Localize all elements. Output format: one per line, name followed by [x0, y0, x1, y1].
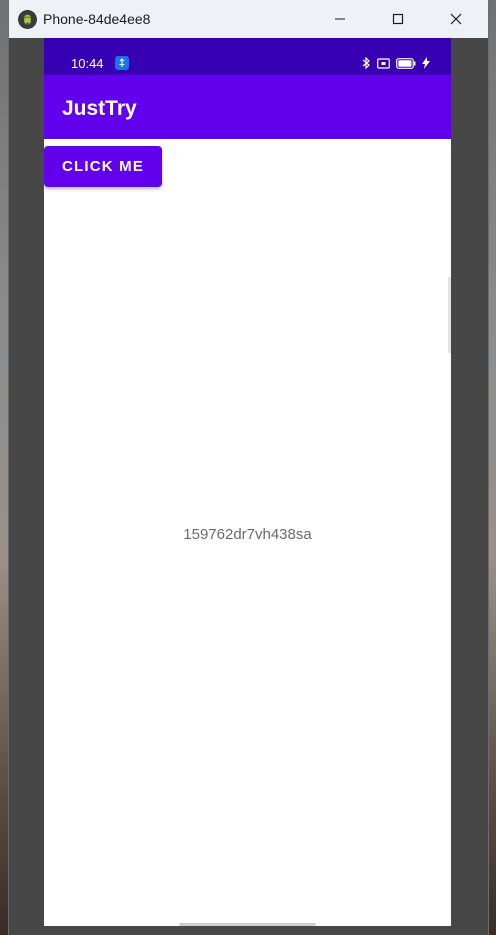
- status-time: 10:44: [71, 56, 104, 71]
- close-icon[interactable]: [433, 0, 479, 38]
- android-icon: [18, 10, 37, 29]
- center-text: 159762dr7vh438sa: [183, 526, 312, 543]
- window-titlebar[interactable]: Phone-84de4ee8: [9, 0, 488, 38]
- home-indicator[interactable]: [179, 923, 316, 926]
- status-bar: 10:44: [44, 38, 451, 75]
- app-title: JustTry: [62, 97, 137, 120]
- bluetooth-icon: [362, 56, 371, 74]
- cast-icon: [377, 56, 390, 74]
- charging-icon: [422, 56, 430, 74]
- notification-icon: [115, 56, 129, 70]
- emulator-window: Phone-84de4ee8 10:44 JustTry CLICK ME 15…: [9, 0, 488, 935]
- minimize-icon[interactable]: [317, 0, 363, 38]
- maximize-icon[interactable]: [375, 0, 421, 38]
- battery-icon: [396, 56, 416, 74]
- window-title: Phone-84de4ee8: [43, 11, 151, 27]
- status-icons: [362, 56, 430, 74]
- click-me-button[interactable]: CLICK ME: [44, 146, 162, 187]
- phone-screen: 10:44 JustTry CLICK ME 159762dr7vh438sa: [44, 38, 451, 926]
- scroll-indicator: [448, 277, 451, 353]
